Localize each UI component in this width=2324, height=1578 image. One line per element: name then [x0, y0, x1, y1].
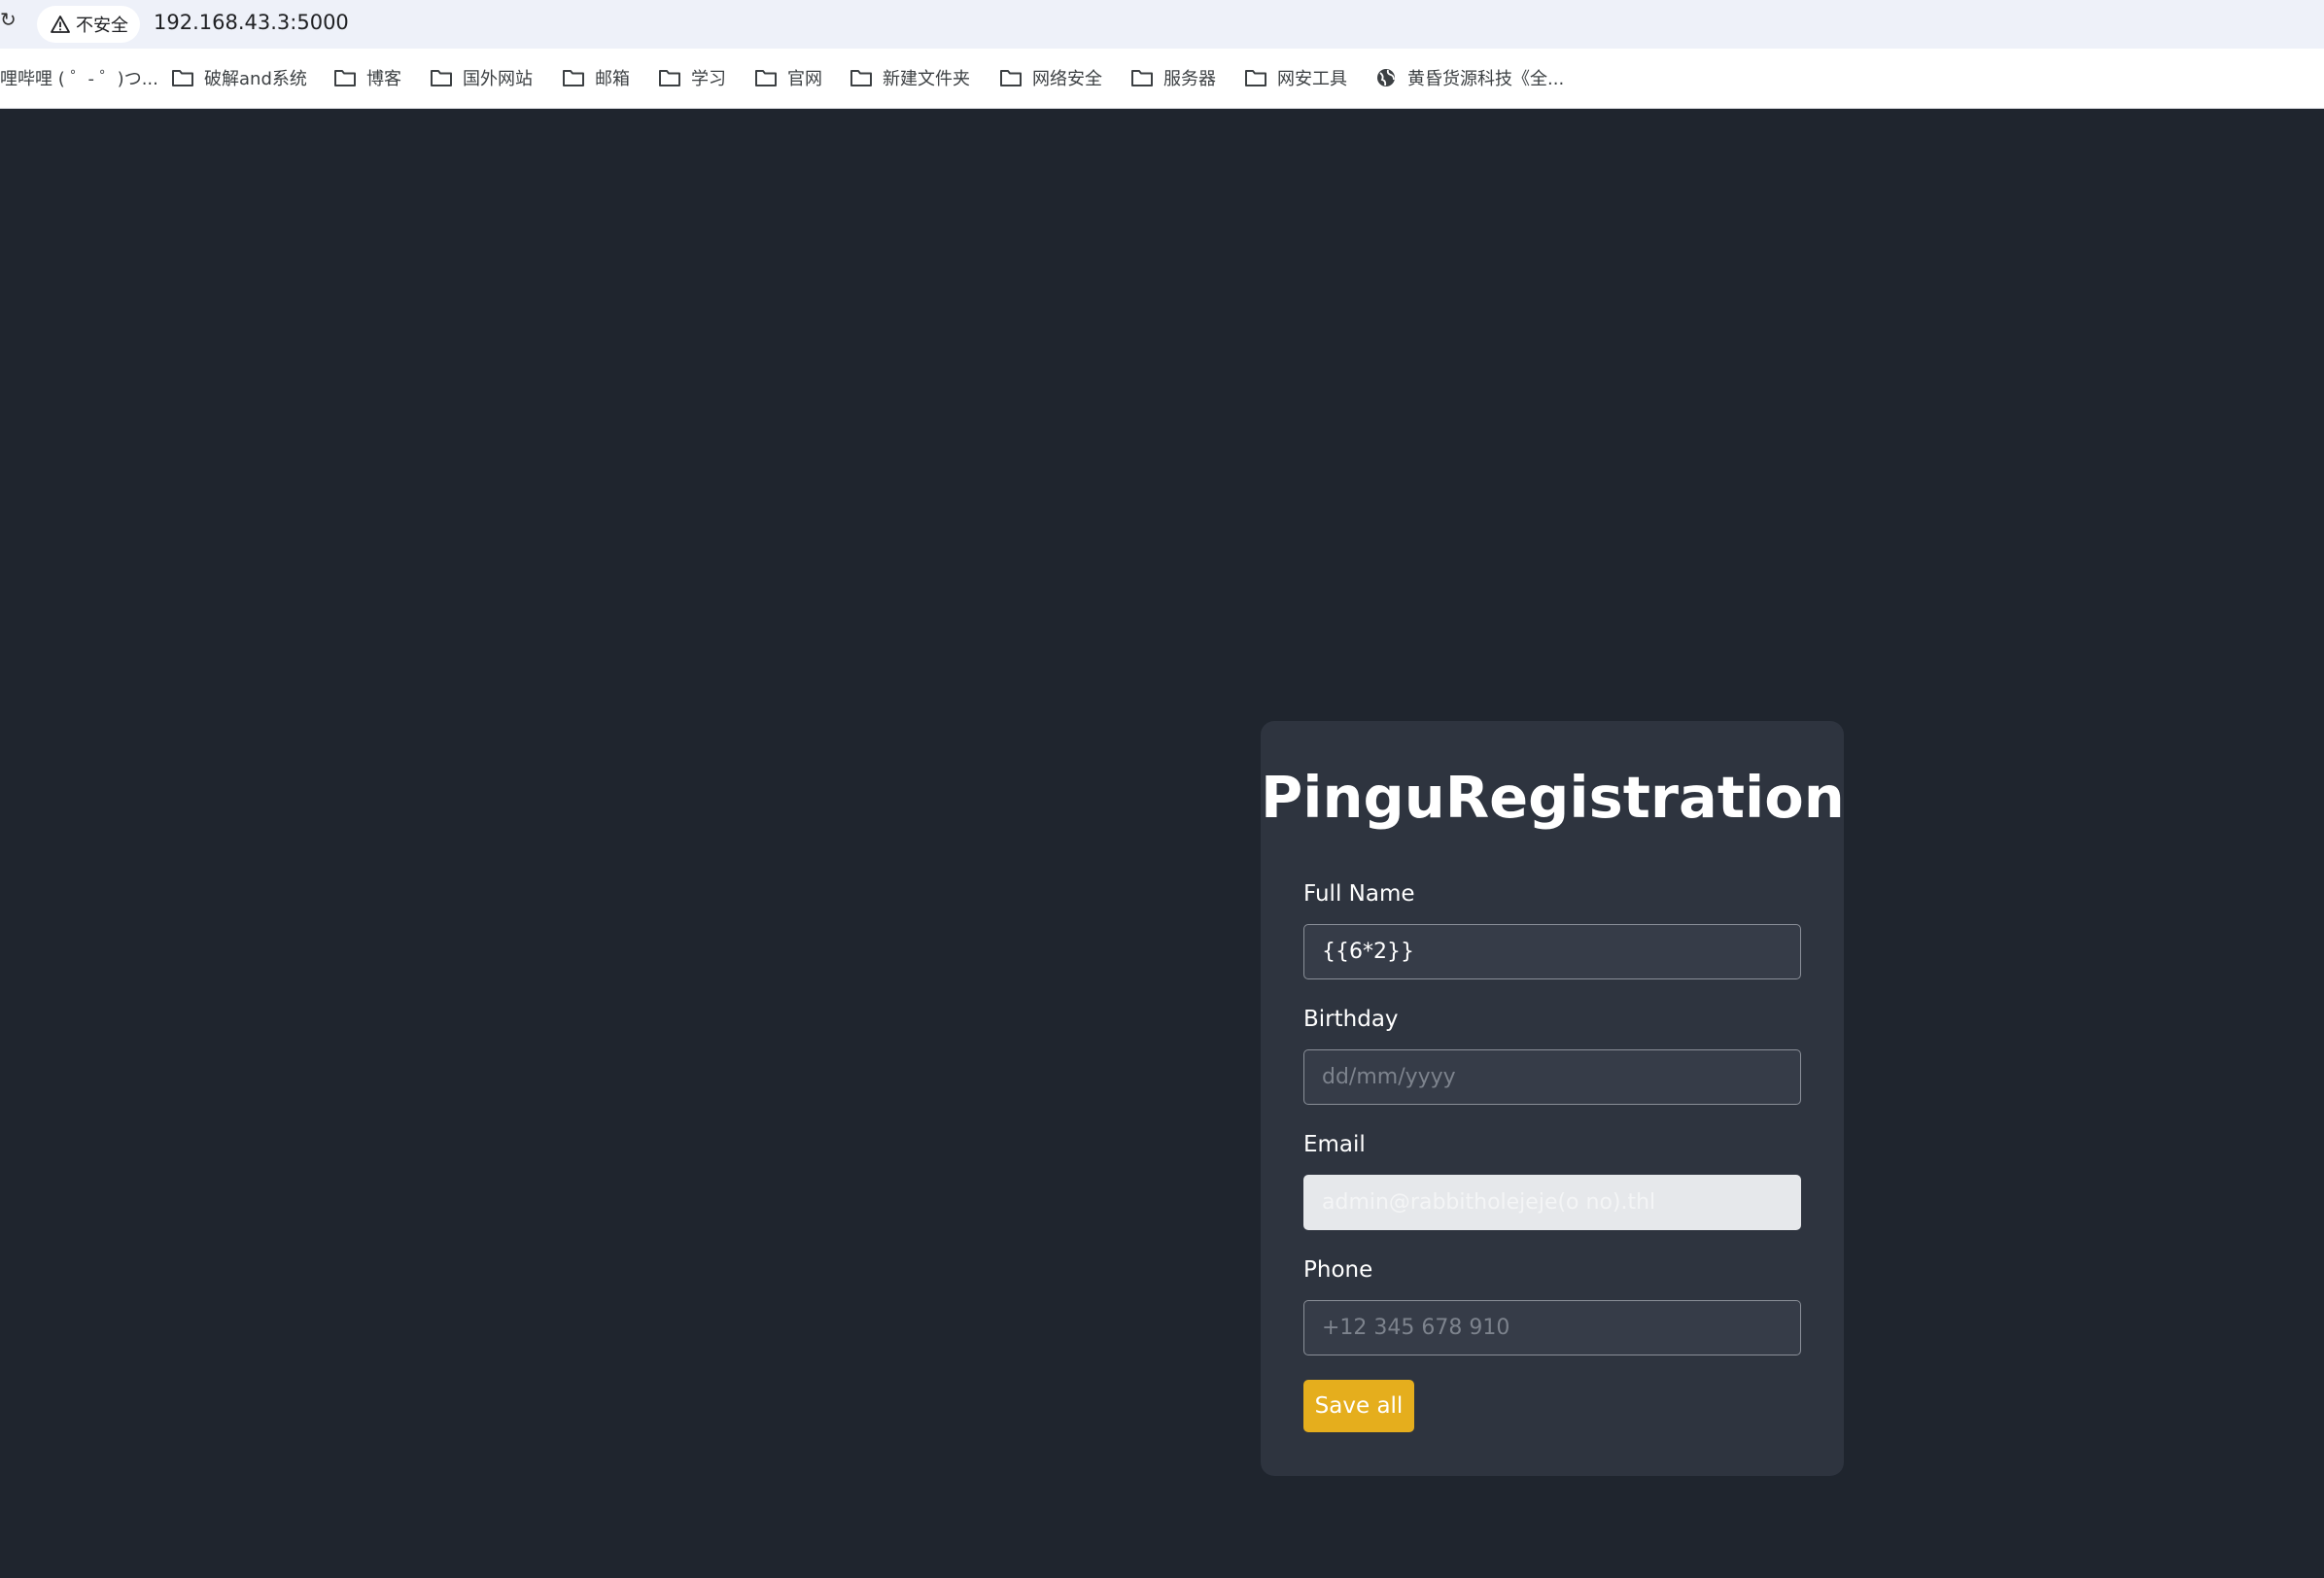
bookmark-folder[interactable]: 国外网站 [430, 63, 533, 92]
folder-icon [431, 70, 452, 86]
bookmark-folder[interactable]: 网络安全 [999, 63, 1102, 92]
bookmark-label: 学习 [691, 69, 726, 89]
bookmark-folder[interactable]: 官网 [754, 63, 822, 92]
reload-icon[interactable]: ↻ [0, 8, 17, 31]
bookmark-label: 黄昏货源科技《全... [1407, 69, 1565, 89]
bookmark-label: 官网 [787, 69, 822, 89]
folder-icon [563, 70, 584, 86]
bookmark-label: 哩哔哩 ( ゜- ゜)つ... [0, 69, 158, 89]
bookmarks-bar: 哩哔哩 ( ゜- ゜)つ... 破解and系统 博客 国外网站 邮箱 学习 官网… [0, 49, 2324, 109]
birthday-label: Birthday [1303, 1007, 1399, 1032]
folder-icon [850, 70, 872, 86]
page-title: PinguRegistration [1261, 764, 1845, 831]
full-name-input[interactable] [1303, 924, 1801, 979]
bookmark-folder[interactable]: 邮箱 [562, 63, 630, 92]
security-indicator[interactable]: 不安全 [37, 6, 140, 43]
registration-card: PinguRegistration Full Name Birthday Ema… [1261, 721, 1845, 1476]
bookmark-label: 新建文件夹 [883, 69, 970, 89]
bookmark-label: 网络安全 [1032, 69, 1102, 89]
email-label: Email [1303, 1132, 1366, 1157]
bookmark-label: 国外网站 [463, 69, 533, 89]
bookmark-label: 网安工具 [1277, 69, 1347, 89]
phone-input[interactable] [1303, 1300, 1801, 1355]
bookmark-folder[interactable]: 学习 [658, 63, 726, 92]
phone-label: Phone [1303, 1257, 1373, 1283]
full-name-label: Full Name [1303, 881, 1415, 907]
bookmark-folder[interactable]: 新建文件夹 [850, 63, 970, 92]
bookmark-item[interactable]: 哩哔哩 ( ゜- ゜)つ... [0, 63, 158, 92]
bookmark-label: 破解and系统 [204, 69, 307, 89]
globe-icon [1377, 69, 1395, 86]
warning-icon [51, 16, 70, 33]
folder-icon [1131, 70, 1153, 86]
bookmark-label: 邮箱 [595, 69, 630, 89]
folder-icon [659, 70, 680, 86]
browser-toolbar: ↻ 不安全 192.168.43.3:5000 [0, 0, 2324, 49]
bookmark-folder[interactable]: 博客 [333, 63, 401, 92]
folder-icon [755, 70, 777, 86]
email-input [1303, 1175, 1801, 1230]
bookmark-link[interactable]: 黄昏货源科技《全... [1374, 63, 1564, 92]
security-label: 不安全 [76, 16, 128, 36]
folder-icon [172, 70, 193, 86]
save-all-button[interactable]: Save all [1303, 1380, 1414, 1432]
folder-icon [334, 70, 356, 86]
url-text[interactable]: 192.168.43.3:5000 [154, 11, 349, 34]
bookmark-label: 博客 [366, 69, 401, 89]
bookmark-label: 服务器 [1163, 69, 1216, 89]
folder-icon [1000, 70, 1022, 86]
birthday-input[interactable] [1303, 1049, 1801, 1105]
bookmark-folder[interactable]: 破解and系统 [171, 63, 307, 92]
bookmark-folder[interactable]: 服务器 [1130, 63, 1216, 92]
bookmark-folder[interactable]: 网安工具 [1244, 63, 1347, 92]
omnibox[interactable] [35, 4, 2324, 45]
folder-icon [1245, 70, 1266, 86]
